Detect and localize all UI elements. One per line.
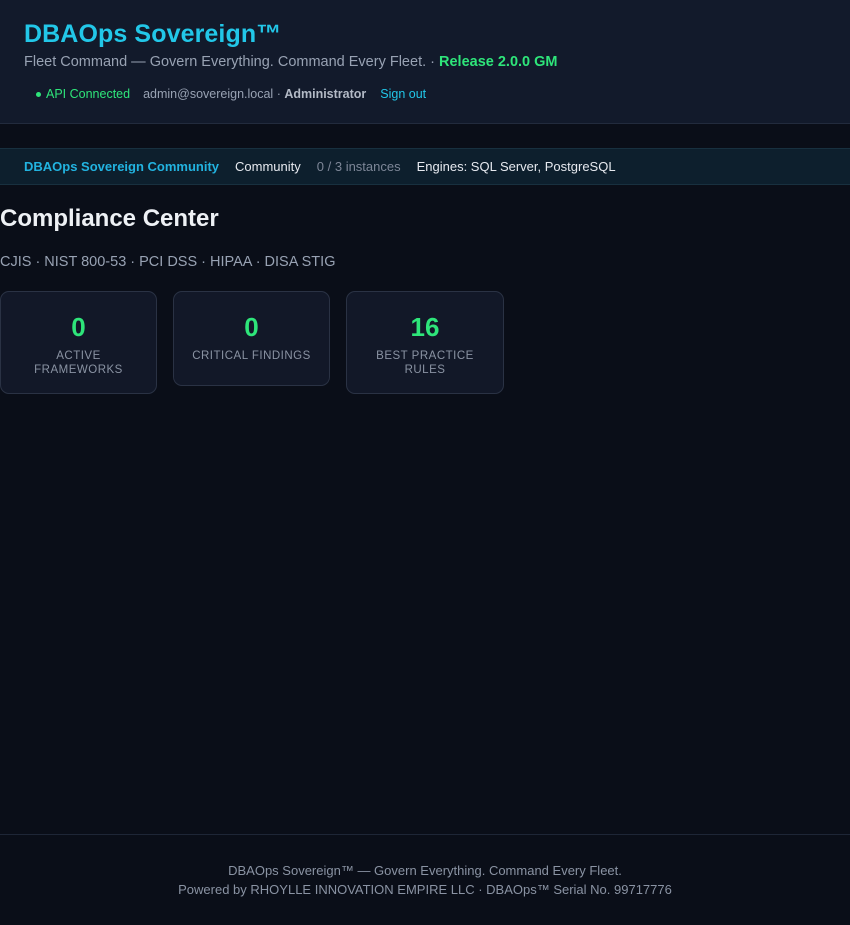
user-role: Administrator (284, 87, 367, 101)
stat-card-critical-findings: 0 Critical Findings (173, 291, 330, 386)
instance-count: 0 / 3 instances (316, 159, 401, 174)
edition-tier: Community (235, 159, 301, 174)
stat-label: Best Practice Rules (376, 350, 474, 376)
app-footer: DBAOps Sovereign™ — Govern Everything. C… (0, 834, 850, 925)
supported-engines: Engines: SQL Server, PostgreSQL (416, 159, 616, 174)
api-status-indicator: API Connected (36, 87, 130, 101)
stat-value: 16 (410, 312, 440, 342)
app-tagline: Fleet Command — Govern Everything. Comma… (24, 54, 558, 70)
app-header: DBAOps Sovereign™ Fleet Command — Govern… (0, 0, 850, 124)
page-title: Compliance Center (0, 205, 219, 232)
edition-bar: DBAOps Sovereign Community Community 0 /… (0, 148, 850, 185)
stat-label: Active Frameworks (34, 350, 123, 376)
release-separator: · (426, 54, 440, 70)
app-title: DBAOps Sovereign™ (24, 20, 282, 48)
footer-tagline: DBAOps Sovereign™ — Govern Everything. C… (228, 863, 622, 878)
release-version: Release 2.0.0 GM (439, 54, 558, 70)
status-dot-icon (36, 91, 41, 97)
user-email: admin@sovereign.local (143, 87, 274, 101)
stat-value: 0 (244, 312, 259, 342)
stat-card-active-frameworks: 0 Active Frameworks (0, 291, 157, 394)
stat-value: 0 (71, 312, 86, 342)
tagline-text: Fleet Command — Govern Everything. Comma… (24, 54, 427, 70)
stat-label: Critical Findings (192, 350, 311, 362)
framework-list: CJIS · NIST 800-53 · PCI DSS · HIPAA · D… (0, 254, 336, 270)
footer-legal: Powered by RHOYLLE INNOVATION EMPIRE LLC… (178, 882, 672, 897)
edition-name: DBAOps Sovereign Community (24, 159, 220, 174)
stat-card-best-practice-rules: 16 Best Practice Rules (346, 291, 504, 394)
user-separator: · (273, 87, 285, 101)
user-info: admin@sovereign.local · Administrator (143, 87, 366, 101)
session-status-row: API Connected admin@sovereign.local · Ad… (36, 87, 426, 101)
api-status-label: API Connected (46, 87, 131, 101)
sign-out-link[interactable]: Sign out (380, 87, 426, 101)
page: DBAOps Sovereign™ Fleet Command — Govern… (0, 0, 850, 925)
